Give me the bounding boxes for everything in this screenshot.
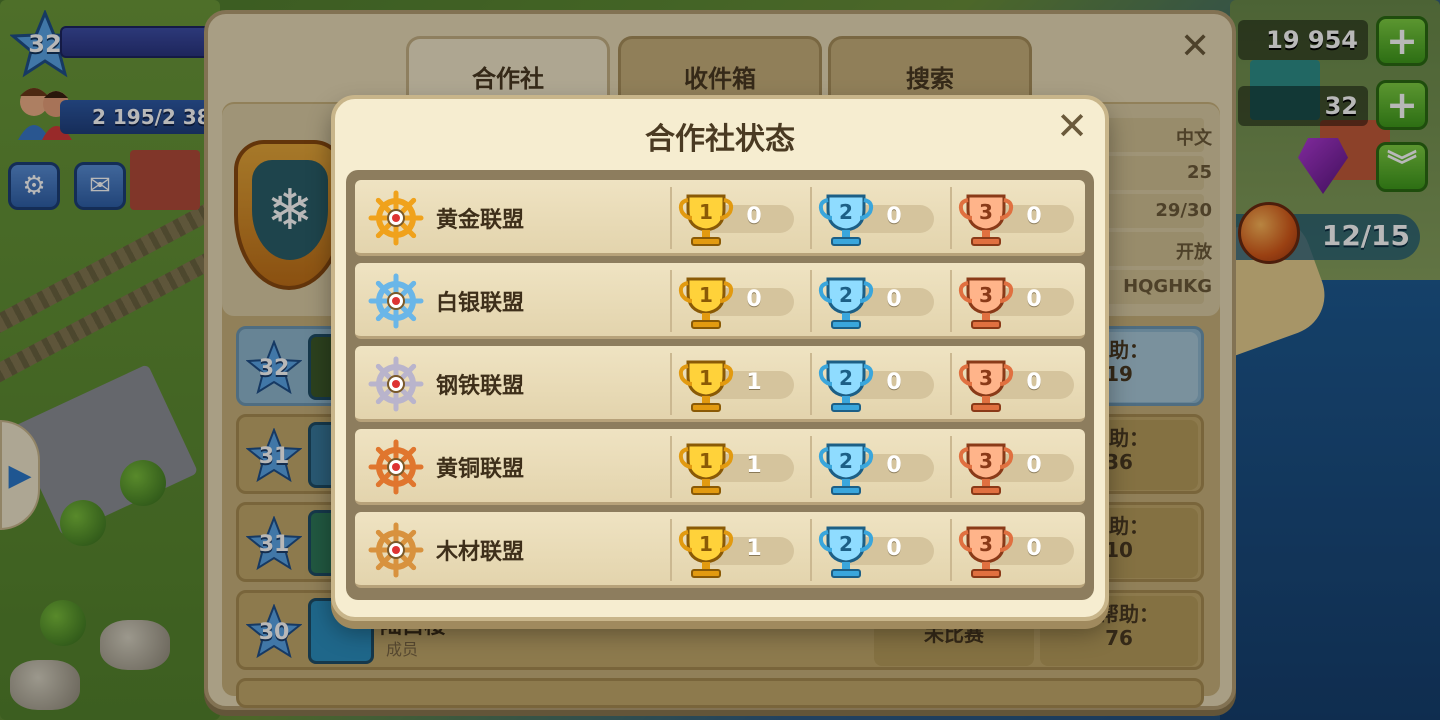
league-wheel-icon bbox=[365, 436, 427, 498]
bronze-trophy-icon: 3 bbox=[956, 437, 1016, 497]
silver-trophy-count: 0 bbox=[886, 287, 902, 312]
svg-text:1: 1 bbox=[699, 366, 713, 390]
svg-text:3: 3 bbox=[979, 449, 993, 473]
column-divider bbox=[810, 353, 812, 415]
column-divider bbox=[810, 187, 812, 249]
svg-text:2: 2 bbox=[839, 366, 853, 390]
svg-text:2: 2 bbox=[839, 532, 853, 556]
bronze-trophy-count: 0 bbox=[1026, 287, 1042, 312]
silver-trophy-count: 0 bbox=[886, 453, 902, 478]
svg-text:1: 1 bbox=[699, 283, 713, 307]
svg-text:1: 1 bbox=[699, 200, 713, 224]
bronze-trophy-count: 0 bbox=[1026, 536, 1042, 561]
column-divider bbox=[670, 436, 672, 498]
column-divider bbox=[670, 270, 672, 332]
gold-trophy-icon: 1 bbox=[676, 520, 736, 580]
svg-text:2: 2 bbox=[839, 200, 853, 224]
gold-trophy-count: 0 bbox=[746, 287, 762, 312]
column-divider bbox=[670, 519, 672, 581]
silver-trophy-count: 0 bbox=[886, 536, 902, 561]
gold-trophy-icon: 1 bbox=[676, 437, 736, 497]
column-divider bbox=[810, 436, 812, 498]
gold-trophy-icon: 1 bbox=[676, 354, 736, 414]
close-icon[interactable]: ✕ bbox=[1052, 104, 1092, 148]
svg-text:3: 3 bbox=[979, 532, 993, 556]
gold-trophy-count: 1 bbox=[746, 370, 762, 395]
column-divider bbox=[670, 353, 672, 415]
bronze-trophy-count: 0 bbox=[1026, 370, 1042, 395]
league-wheel-icon bbox=[365, 353, 427, 415]
bronze-trophy-count: 0 bbox=[1026, 204, 1042, 229]
silver-trophy-icon: 2 bbox=[816, 271, 876, 331]
gold-trophy-count: 1 bbox=[746, 536, 762, 561]
bronze-trophy-icon: 3 bbox=[956, 188, 1016, 248]
league-name: 黄金联盟 bbox=[436, 208, 525, 233]
column-divider bbox=[950, 353, 952, 415]
bronze-trophy-count: 0 bbox=[1026, 453, 1042, 478]
column-divider bbox=[670, 187, 672, 249]
silver-trophy-icon: 2 bbox=[816, 354, 876, 414]
league-wheel-icon bbox=[365, 187, 427, 249]
gold-trophy-icon: 1 bbox=[676, 271, 736, 331]
column-divider bbox=[810, 270, 812, 332]
silver-trophy-count: 0 bbox=[886, 370, 902, 395]
league-name: 黄铜联盟 bbox=[436, 457, 525, 482]
dialog-title: 合作社状态 bbox=[645, 122, 795, 157]
svg-text:3: 3 bbox=[979, 283, 993, 307]
gold-trophy-icon: 1 bbox=[676, 188, 736, 248]
league-name: 白银联盟 bbox=[436, 291, 525, 316]
league-wheel-icon bbox=[365, 270, 427, 332]
column-divider bbox=[950, 519, 952, 581]
svg-text:1: 1 bbox=[699, 532, 713, 556]
gold-trophy-count: 1 bbox=[746, 453, 762, 478]
silver-trophy-count: 0 bbox=[886, 204, 902, 229]
column-divider bbox=[810, 519, 812, 581]
column-divider bbox=[950, 270, 952, 332]
svg-text:3: 3 bbox=[979, 200, 993, 224]
svg-text:2: 2 bbox=[839, 449, 853, 473]
bronze-trophy-icon: 3 bbox=[956, 520, 1016, 580]
bronze-trophy-icon: 3 bbox=[956, 354, 1016, 414]
bronze-trophy-icon: 3 bbox=[956, 271, 1016, 331]
league-name: 钢铁联盟 bbox=[436, 374, 525, 399]
gold-trophy-count: 0 bbox=[746, 204, 762, 229]
svg-text:1: 1 bbox=[699, 449, 713, 473]
svg-text:3: 3 bbox=[979, 366, 993, 390]
league-name: 木材联盟 bbox=[436, 540, 525, 565]
column-divider bbox=[950, 187, 952, 249]
svg-text:2: 2 bbox=[839, 283, 853, 307]
silver-trophy-icon: 2 bbox=[816, 520, 876, 580]
silver-trophy-icon: 2 bbox=[816, 188, 876, 248]
column-divider bbox=[950, 436, 952, 498]
league-wheel-icon bbox=[365, 519, 427, 581]
silver-trophy-icon: 2 bbox=[816, 437, 876, 497]
